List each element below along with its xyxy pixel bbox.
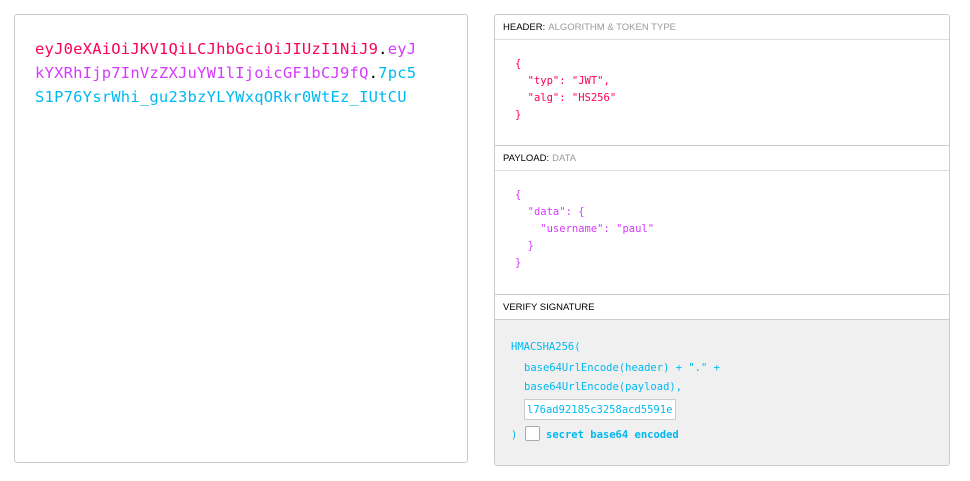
payload-json-editor[interactable]: { "data": { "username": "paul" } } <box>495 171 949 295</box>
verify-line-header: base64UrlEncode(header) + "." + <box>524 362 720 374</box>
payload-json-text[interactable]: { "data": { "username": "paul" } } <box>515 187 654 272</box>
encoded-token-text[interactable]: eyJ0eXAiOiJKV1QiLCJhbGciOiJIUzI1NiJ9.eyJ… <box>35 37 425 109</box>
secret-base64-checkbox[interactable] <box>525 426 540 441</box>
verify-signature-body: HMACSHA256( base64UrlEncode(header) + ".… <box>495 320 949 465</box>
header-json-text[interactable]: { "typ": "JWT", "alg": "HS256" } <box>515 56 616 124</box>
secret-input[interactable] <box>524 399 676 420</box>
verify-section-title: VERIFY SIGNATURE <box>495 295 949 320</box>
payload-subtitle: DATA <box>552 153 577 164</box>
payload-section-title: PAYLOAD: DATA <box>495 146 949 171</box>
header-json-editor[interactable]: { "typ": "JWT", "alg": "HS256" } <box>495 40 949 146</box>
verify-close-paren: ) <box>511 429 518 441</box>
verify-title: VERIFY SIGNATURE <box>503 302 595 313</box>
payload-title: PAYLOAD: <box>503 153 550 164</box>
header-title: HEADER: <box>503 22 546 33</box>
token-dot: . <box>368 64 379 82</box>
token-header-part: eyJ0eXAiOiJKV1QiLCJhbGciOiJIUzI1NiJ9 <box>35 40 379 58</box>
token-dot: . <box>378 40 388 58</box>
encoded-token-panel[interactable]: eyJ0eXAiOiJKV1QiLCJhbGciOiJIUzI1NiJ9.eyJ… <box>14 14 468 463</box>
secret-base64-label[interactable]: secret base64 encoded <box>546 429 679 441</box>
header-section-title: HEADER: ALGORITHM & TOKEN TYPE <box>495 15 949 40</box>
verify-line-hmac: HMACSHA256( <box>511 341 581 353</box>
verify-line-payload: base64UrlEncode(payload), <box>524 381 683 393</box>
header-subtitle: ALGORITHM & TOKEN TYPE <box>548 22 676 33</box>
decoded-panel: HEADER: ALGORITHM & TOKEN TYPE { "typ": "… <box>494 14 950 466</box>
